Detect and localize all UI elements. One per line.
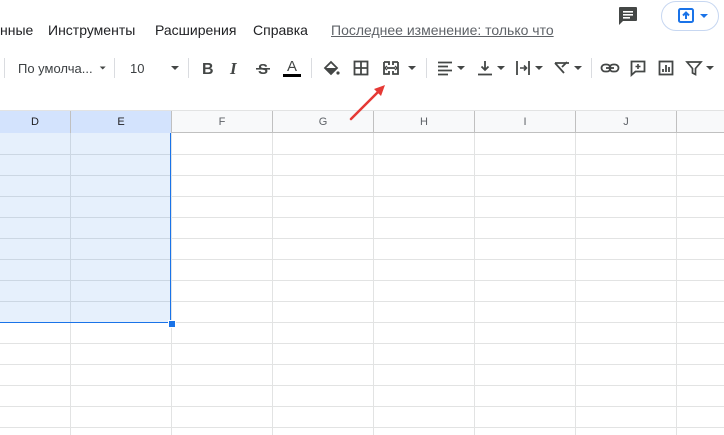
toolbar-separator: [311, 58, 312, 78]
text-color-icon: A: [283, 58, 301, 77]
chart-icon: [658, 60, 674, 76]
svg-text:B: B: [202, 61, 214, 77]
fill-color-icon: [323, 60, 340, 76]
comment-icon: [630, 60, 646, 77]
column-header-j[interactable]: J: [576, 111, 677, 133]
grid-line: [474, 133, 475, 435]
grid-line: [272, 133, 273, 435]
fill-handle[interactable]: [168, 320, 176, 328]
link-icon: [600, 63, 620, 73]
grid-line: [676, 133, 677, 435]
strikethrough-button[interactable]: S: [252, 56, 274, 80]
column-header-e[interactable]: E: [71, 111, 172, 133]
grid-line: [0, 406, 724, 407]
toolbar-separator: [426, 58, 427, 78]
bold-icon: B: [202, 61, 214, 77]
merge-cells-button[interactable]: [380, 56, 402, 80]
horizontal-align-icon: [438, 61, 465, 76]
text-color-button[interactable]: A: [281, 56, 303, 80]
italic-icon: I: [229, 59, 238, 77]
toolbar-separator: [4, 58, 5, 78]
comment-history-button[interactable]: [614, 2, 642, 30]
horizontal-align-button[interactable]: [434, 56, 468, 80]
insert-comment-button[interactable]: [627, 56, 649, 80]
toolbar: По умолча... 10 B I S A: [0, 56, 724, 80]
menu-bar: нные Инструменты Расширения Справка Посл…: [0, 0, 724, 56]
column-header-i[interactable]: I: [475, 111, 576, 133]
text-wrap-button[interactable]: [512, 56, 546, 80]
text-rotation-button[interactable]: [551, 56, 585, 80]
font-family-value: По умолча...: [18, 60, 93, 76]
menu-help[interactable]: Справка: [253, 22, 308, 38]
filter-button[interactable]: [683, 56, 717, 80]
chevron-down-icon: [99, 66, 106, 70]
grid-line: [0, 427, 724, 428]
text-wrap-icon: [516, 61, 543, 75]
menu-data[interactable]: нные: [0, 22, 33, 38]
merge-cells-icon: [383, 61, 399, 75]
fill-color-button[interactable]: [320, 56, 342, 80]
strikethrough-icon: S: [256, 61, 270, 77]
grid-line: [373, 133, 374, 435]
italic-button[interactable]: I: [224, 56, 246, 80]
grid-line: [575, 133, 576, 435]
merge-cells-dropdown[interactable]: [405, 56, 419, 80]
grid-line: [0, 364, 724, 365]
menu-tools[interactable]: Инструменты: [48, 22, 135, 38]
grid-line: [171, 133, 172, 435]
chevron-down-icon: [408, 66, 416, 70]
vertical-align-button[interactable]: [474, 56, 508, 80]
font-size-select[interactable]: 10: [130, 56, 184, 80]
upload-icon: [678, 8, 708, 23]
annotation-arrow-icon: [349, 85, 385, 121]
grid-line: [0, 385, 724, 386]
svg-text:I: I: [229, 59, 238, 77]
column-header-f[interactable]: F: [172, 111, 273, 133]
svg-text:A: A: [287, 58, 297, 75]
filter-icon: [685, 61, 714, 76]
grid-line: [0, 343, 724, 344]
toolbar-separator: [591, 58, 592, 78]
menu-extensions[interactable]: Расширения: [155, 22, 236, 38]
last-edit-link[interactable]: Последнее изменение: только что: [331, 22, 554, 38]
font-size-value: 10: [130, 60, 145, 76]
bold-button[interactable]: B: [196, 56, 218, 80]
chevron-down-icon: [171, 66, 180, 70]
borders-icon: [353, 60, 369, 76]
font-family-select[interactable]: По умолча...: [18, 56, 106, 80]
share-button[interactable]: [661, 1, 719, 31]
borders-button[interactable]: [350, 56, 372, 80]
column-header-d[interactable]: D: [0, 111, 71, 133]
toolbar-separator: [114, 58, 115, 78]
text-rotation-icon: [554, 61, 582, 74]
insert-link-button[interactable]: [599, 56, 621, 80]
toolbar-separator: [188, 58, 189, 78]
selected-range[interactable]: [0, 133, 171, 323]
insert-chart-button[interactable]: [655, 56, 677, 80]
comment-history-icon: [619, 7, 637, 25]
vertical-align-icon: [478, 61, 505, 76]
